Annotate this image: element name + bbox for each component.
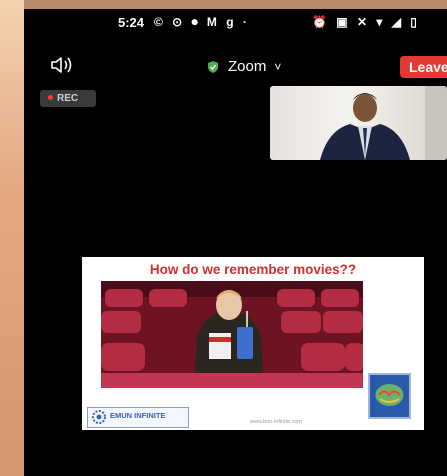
slide-title: How do we remember movies?? <box>149 262 357 277</box>
chevron-down-icon: ˅ <box>274 59 282 74</box>
notification-icons: © ⊙ ⏺ M g · <box>154 15 250 29</box>
zoom-title-label: Zoom <box>228 58 267 75</box>
slide-url: www.bon-infinite.com <box>250 419 302 425</box>
rec-dot-icon <box>48 95 53 100</box>
phone-screen: 5:24 © ⊙ ⏺ M g · ⏰ ▣ ✕ ▾ ◢ ▯ Zoom ˅ Leav… <box>24 0 447 476</box>
brain-logo <box>368 373 411 419</box>
theater-photo-illustration <box>101 281 363 388</box>
desktop-strip <box>0 0 24 476</box>
leave-button[interactable]: Leave <box>400 56 447 78</box>
rec-label: REC <box>57 93 79 104</box>
brain-icon <box>370 375 409 417</box>
status-bar: 5:24 © ⊙ ⏺ M g · ⏰ ▣ ✕ ▾ ◢ ▯ <box>24 14 447 32</box>
speaker-icon[interactable] <box>50 56 76 74</box>
meeting-title[interactable]: Zoom ˅ <box>206 58 281 75</box>
shared-slide[interactable]: How do we remember movies?? EMUN INFINIT… <box>82 257 424 430</box>
gear-logo-icon <box>92 410 106 424</box>
participant-video-thumbnail[interactable] <box>270 86 447 160</box>
status-time: 5:24 <box>118 15 145 30</box>
participant-figure <box>320 86 447 160</box>
rec-badge: REC <box>40 90 96 107</box>
system-icons: ⏰ ▣ ✕ ▾ ◢ ▯ <box>312 15 420 29</box>
slide-photo <box>101 281 363 388</box>
shield-icon <box>208 60 218 73</box>
logo-text: EMUN INFINITE <box>110 411 166 420</box>
top-edge <box>24 0 447 9</box>
emun-logo: EMUN INFINITE <box>87 407 189 428</box>
